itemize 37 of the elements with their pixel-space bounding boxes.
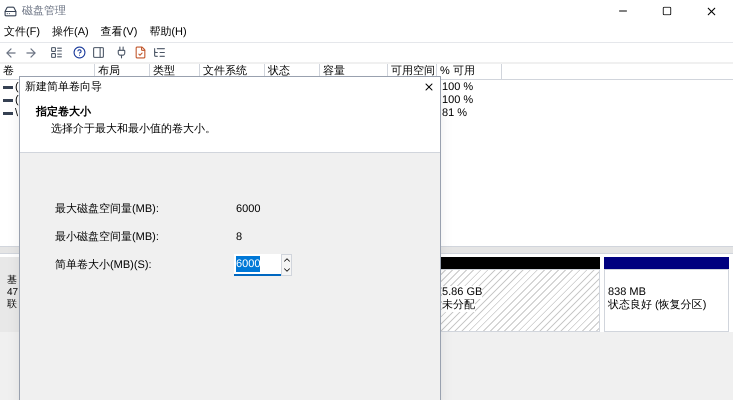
- back-icon[interactable]: [4, 46, 18, 60]
- field-label: 最小磁盘空间量(MB):: [55, 230, 160, 245]
- close-icon: [423, 81, 435, 93]
- disk-label: 联: [7, 299, 18, 311]
- maximize-icon: [662, 6, 672, 16]
- field-label: 最大磁盘空间量(MB):: [55, 202, 160, 217]
- disk-label: 47: [7, 287, 19, 299]
- step-description: 选择介于最大和最小值的卷大小。: [51, 122, 217, 136]
- table-cell-text: 81 %: [442, 106, 468, 122]
- plug-icon[interactable]: [115, 46, 128, 59]
- help-icon[interactable]: [73, 46, 86, 59]
- partition-size: 5.86 GB: [442, 286, 482, 299]
- menu-item[interactable]: 文件(F): [4, 24, 40, 40]
- checklist-icon[interactable]: [134, 46, 147, 59]
- spinner-value: 6000: [236, 256, 260, 272]
- menu-item[interactable]: 帮助(H): [149, 24, 187, 40]
- field-value: 8: [236, 230, 242, 245]
- menu-item[interactable]: 操作(A): [52, 24, 89, 40]
- field-label: 简单卷大小(MB)(S):: [55, 258, 153, 273]
- panel-icon[interactable]: [92, 46, 105, 59]
- disk-label: 基: [7, 275, 18, 287]
- forward-icon[interactable]: [24, 46, 38, 60]
- table-cell-text: \: [15, 106, 18, 122]
- partition-status: 状态良好 (恢复分区): [608, 299, 706, 312]
- table-cell-text: (: [15, 80, 19, 95]
- close-icon: [704, 4, 718, 18]
- menu-item[interactable]: 查看(V): [100, 24, 138, 40]
- window-title: 磁盘管理: [22, 4, 66, 19]
- properties-icon[interactable]: [153, 46, 166, 59]
- step-heading: 指定卷大小: [36, 104, 92, 120]
- table-cell-text: (: [15, 93, 19, 108]
- partition-status: 未分配: [442, 299, 475, 312]
- table-cell-text: 100 %: [442, 93, 474, 108]
- field-value: 6000: [236, 202, 260, 217]
- list-view-icon[interactable]: [50, 46, 63, 59]
- dialog-title: 新建简单卷向导: [25, 80, 102, 95]
- table-cell-text: 100 %: [442, 80, 474, 95]
